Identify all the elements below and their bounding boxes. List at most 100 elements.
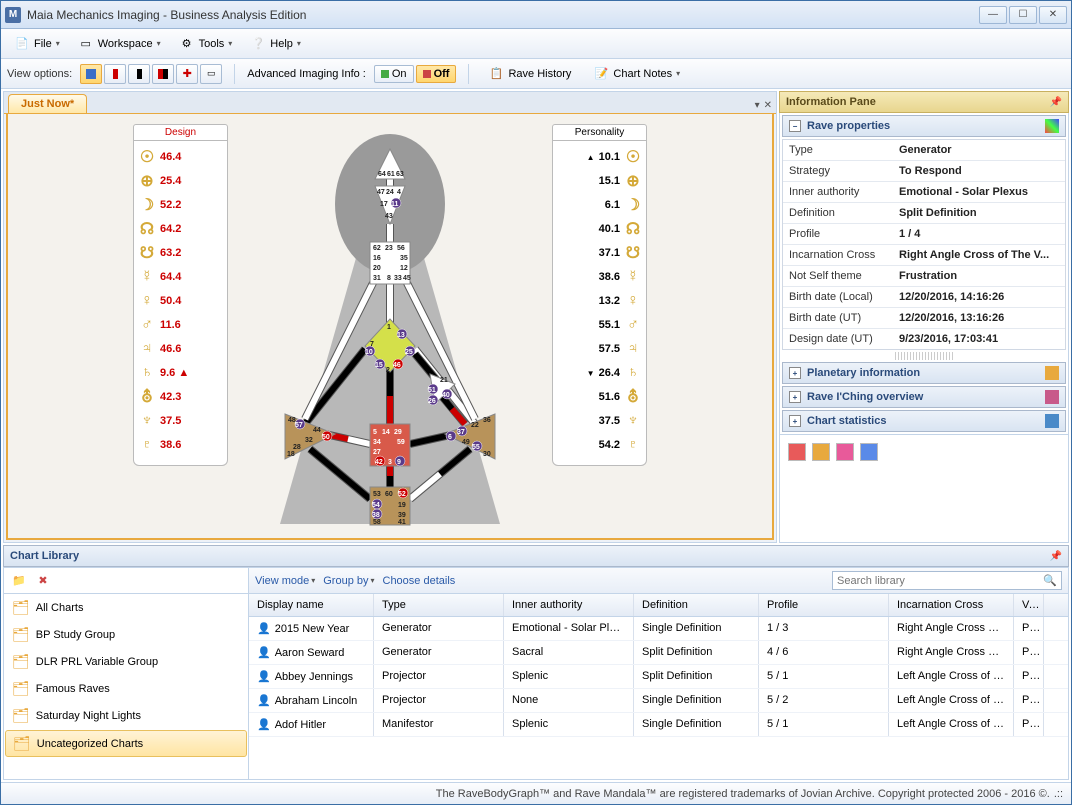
prop-value: 9/23/2016, 17:03:41 [893, 329, 1065, 349]
resize-grip[interactable] [895, 352, 953, 360]
chart-notes-button[interactable]: 📝 Chart Notes ▾ [586, 63, 687, 85]
person-icon: 👤 [257, 719, 271, 731]
folder-item[interactable]: 🗂Famous Raves [4, 675, 248, 702]
folder-item[interactable]: 🗂Uncategorized Charts [5, 730, 247, 757]
design-planet-row: ☿64.4 [138, 265, 223, 289]
tab-menu-icon[interactable]: ▾ [755, 100, 760, 111]
close-button[interactable]: ✕ [1039, 6, 1067, 24]
folder-item[interactable]: 🗂Saturday Night Lights [4, 702, 248, 729]
status-text: The RaveBodyGraph™ and Rave Mandala™ are… [436, 788, 1050, 800]
cell-authority: Emotional - Solar Plexus [504, 617, 634, 640]
table-row[interactable]: 👤Aaron SewardGeneratorSacralSplit Defini… [249, 641, 1068, 665]
cell-authority: Splenic [504, 713, 634, 736]
maximize-button[interactable]: ☐ [1009, 6, 1037, 24]
advanced-off-button[interactable]: Off [416, 65, 457, 83]
expand-icon: + [789, 367, 801, 379]
col-cross[interactable]: Incarnation Cross [889, 594, 1014, 616]
col-definition[interactable]: Definition [634, 594, 759, 616]
view-opt-6[interactable]: ▭ [200, 64, 222, 84]
tab-strip: Just Now* ▾ ✕ [4, 92, 776, 114]
tab-close-icon[interactable]: ✕ [764, 100, 772, 111]
svg-text:44: 44 [313, 427, 321, 434]
col-var[interactable]: Var [1014, 594, 1044, 616]
planet-value: 46.4 [160, 151, 181, 163]
chart-stats-header[interactable]: + Chart statistics [782, 410, 1066, 432]
search-input[interactable] [837, 575, 1043, 587]
mini-icon-1[interactable] [788, 443, 806, 461]
folder-label: BP Study Group [36, 629, 115, 641]
svg-text:60: 60 [385, 491, 393, 498]
planet-icon: ♀ [138, 292, 156, 310]
col-authority[interactable]: Inner authority [504, 594, 634, 616]
table-row[interactable]: 👤Abbey JenningsProjectorSplenicSplit Def… [249, 665, 1068, 689]
chart-area: Just Now* ▾ ✕ Design ☉46.4⊕25.4☽52.2☊64.… [3, 91, 777, 543]
cell-name: 👤Abraham Lincoln [249, 689, 374, 712]
svg-text:55: 55 [472, 444, 480, 451]
cell-type: Manifestor [374, 713, 504, 736]
resize-handle-icon[interactable]: .:: [1054, 788, 1063, 800]
library-sidebar-toolbar: 📁 ✖ [4, 568, 248, 594]
iching-header[interactable]: + Rave I'Ching overview [782, 386, 1066, 408]
search-box[interactable]: 🔍 [832, 571, 1062, 590]
group-by-dropdown[interactable]: Group by▾ [323, 575, 374, 587]
minimize-button[interactable]: — [979, 6, 1007, 24]
rave-properties-header[interactable]: − Rave properties [782, 115, 1066, 137]
view-opt-5[interactable]: ✚ [176, 64, 198, 84]
table-row[interactable]: 👤Adof HitlerManifestorSplenicSingle Defi… [249, 713, 1068, 737]
person-icon: 👤 [257, 671, 271, 683]
personality-planet-row: ♇54.2 [557, 433, 642, 457]
svg-text:35: 35 [400, 255, 408, 262]
view-opt-3[interactable] [128, 64, 150, 84]
tab-just-now[interactable]: Just Now* [8, 94, 87, 113]
menu-help[interactable]: ❔ Help ▾ [243, 33, 308, 55]
folder-item[interactable]: 🗂DLR PRL Variable Group [4, 648, 248, 675]
mini-icon-2[interactable] [812, 443, 830, 461]
view-mode-dropdown[interactable]: View mode▾ [255, 575, 315, 587]
col-type[interactable]: Type [374, 594, 504, 616]
svg-text:46: 46 [393, 362, 401, 369]
folder-icon: 🗂 [12, 707, 30, 724]
view-opt-2[interactable] [104, 64, 126, 84]
personality-planet-row: ⛢51.6 [557, 385, 642, 409]
planet-icon: ⊕ [624, 172, 642, 190]
pin-icon[interactable]: 📌 [1050, 551, 1062, 562]
col-profile[interactable]: Profile [759, 594, 889, 616]
pin-icon[interactable]: 📌 [1050, 97, 1062, 108]
svg-text:43: 43 [385, 213, 393, 220]
menu-file[interactable]: 📄 File ▾ [7, 33, 67, 55]
prop-row: Inner authorityEmotional - Solar Plexus [783, 182, 1065, 203]
prop-key: Incarnation Cross [783, 245, 893, 265]
mini-icon-4[interactable] [860, 443, 878, 461]
menu-workspace[interactable]: ▭ Workspace ▾ [71, 33, 168, 55]
view-opt-1[interactable] [80, 64, 102, 84]
cell-authority: Splenic [504, 665, 634, 688]
svg-text:52: 52 [398, 491, 406, 498]
view-opt-4[interactable] [152, 64, 174, 84]
planet-value: 13.2 [599, 295, 620, 307]
cell-cross: Right Angle Cross of P... [889, 641, 1014, 664]
choose-details-button[interactable]: Choose details [383, 575, 456, 587]
planet-icon: ♃ [138, 340, 156, 358]
svg-text:25: 25 [405, 349, 413, 356]
planetary-info-header[interactable]: + Planetary information [782, 362, 1066, 384]
advanced-on-button[interactable]: On [374, 65, 414, 83]
rave-history-button[interactable]: 📋 Rave History [481, 63, 578, 85]
table-row[interactable]: 👤2015 New YearGeneratorEmotional - Solar… [249, 617, 1068, 641]
planet-icon: ☿ [624, 268, 642, 286]
stats-icon [1045, 414, 1059, 428]
col-display-name[interactable]: Display name [249, 594, 374, 616]
folder-label: Famous Raves [36, 683, 110, 695]
search-icon[interactable]: 🔍 [1043, 574, 1057, 587]
mini-icon-3[interactable] [836, 443, 854, 461]
menu-tools[interactable]: ⚙ Tools ▾ [172, 33, 240, 55]
prop-value: 12/20/2016, 13:16:26 [893, 308, 1065, 328]
history-icon: 📋 [488, 66, 504, 82]
menu-workspace-label: Workspace [98, 38, 153, 50]
folder-item[interactable]: 🗂All Charts [4, 594, 248, 621]
table-row[interactable]: 👤Abraham LincolnProjectorNoneSingle Defi… [249, 689, 1068, 713]
add-folder-button[interactable]: 📁 [10, 572, 28, 590]
folder-item[interactable]: 🗂BP Study Group [4, 621, 248, 648]
design-planet-row: ☽52.2 [138, 193, 223, 217]
delete-folder-button[interactable]: ✖ [34, 572, 52, 590]
library-grid: Display name Type Inner authority Defini… [249, 594, 1068, 779]
